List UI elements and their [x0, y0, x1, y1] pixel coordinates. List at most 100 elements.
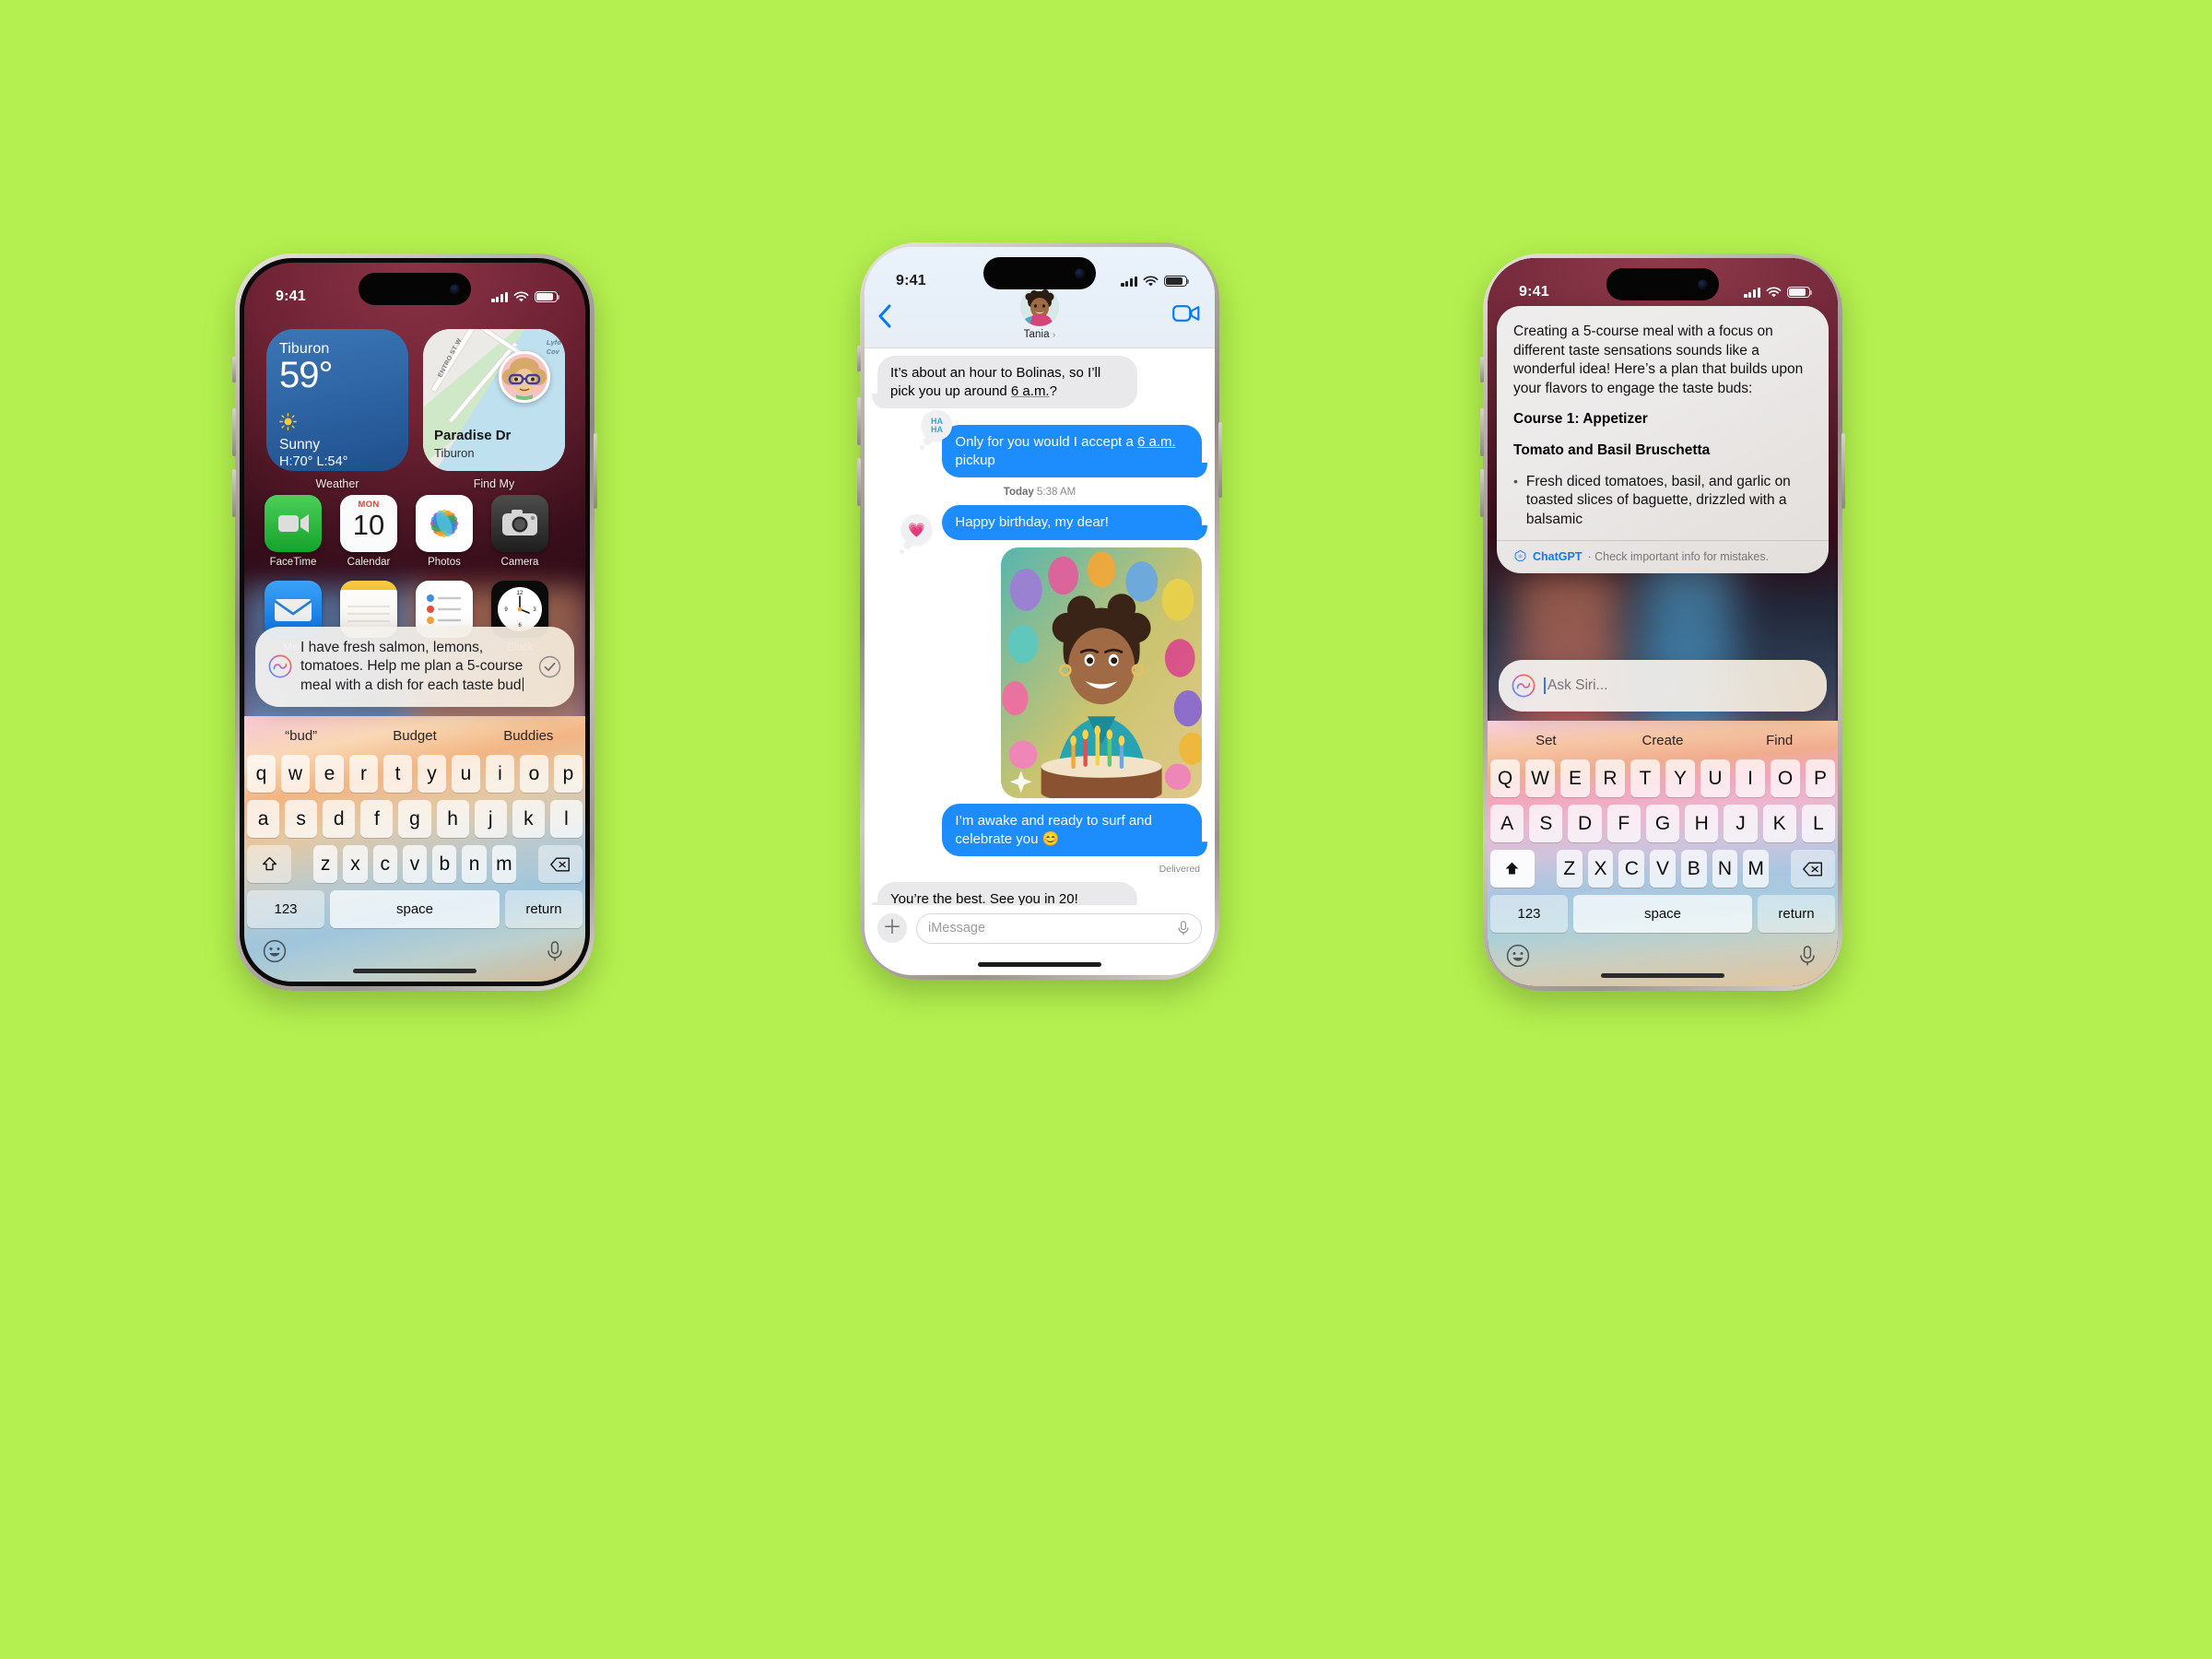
key-m[interactable]: m [491, 845, 516, 883]
key-u[interactable]: U [1700, 759, 1730, 797]
plus-icon[interactable]: ＋ [877, 913, 907, 943]
key-d[interactable]: D [1568, 805, 1602, 842]
silence-switch[interactable] [1480, 357, 1484, 382]
key-b[interactable]: B [1680, 850, 1707, 888]
key-x[interactable]: x [343, 845, 368, 883]
key-i[interactable]: I [1735, 759, 1765, 797]
backspace-icon[interactable] [1791, 850, 1836, 888]
messages-list[interactable]: It’s about an hour to Bolinas, so I’ll p… [865, 348, 1215, 905]
key-c[interactable]: C [1618, 850, 1645, 888]
key-j[interactable]: j [474, 800, 507, 838]
key-h[interactable]: H [1685, 805, 1719, 842]
app-calendar[interactable]: MON 10 Calendar [340, 495, 397, 568]
emoji-icon[interactable] [263, 939, 287, 963]
numbers-key[interactable]: 123 [247, 890, 324, 928]
microphone-icon[interactable] [1177, 920, 1190, 937]
power-button[interactable] [1841, 433, 1845, 509]
ask-siri-field[interactable]: Ask Siri... [1499, 660, 1827, 712]
imessage-input[interactable]: iMessage [916, 912, 1202, 944]
key-a[interactable]: a [247, 800, 280, 838]
checkmark-circle-icon[interactable] [538, 655, 561, 678]
message-bubble[interactable]: I’m awake and ready to surf and celebrat… [942, 804, 1202, 857]
key-w[interactable]: w [281, 755, 310, 793]
key-n[interactable]: n [462, 845, 487, 883]
silence-switch[interactable] [232, 357, 236, 382]
key-l[interactable]: l [549, 800, 582, 838]
heart-tapback[interactable]: 💗 [900, 514, 932, 554]
volume-up-button[interactable] [232, 408, 236, 456]
chatgpt-response-card[interactable]: Creating a 5-course meal with a focus on… [1497, 306, 1829, 574]
volume-down-button[interactable] [1480, 469, 1484, 517]
key-k[interactable]: k [512, 800, 545, 838]
key-x[interactable]: X [1587, 850, 1614, 888]
key-a[interactable]: A [1490, 805, 1524, 842]
key-p[interactable]: P [1806, 759, 1835, 797]
volume-up-button[interactable] [857, 397, 861, 445]
key-v[interactable]: V [1650, 850, 1676, 888]
key-w[interactable]: W [1525, 759, 1555, 797]
key-p[interactable]: p [554, 755, 582, 793]
shift-icon[interactable] [247, 845, 292, 883]
key-e[interactable]: e [315, 755, 344, 793]
key-g[interactable]: g [398, 800, 431, 838]
space-key[interactable]: space [330, 890, 500, 928]
weather-widget[interactable]: Tiburon 59° Sunny H:70° L:54° Weather [266, 329, 408, 490]
key-y[interactable]: Y [1665, 759, 1695, 797]
numbers-key[interactable]: 123 [1490, 895, 1568, 933]
emoji-icon[interactable] [1506, 944, 1530, 968]
chatgpt-brand[interactable]: ChatGPT [1533, 550, 1582, 563]
back-button[interactable] [877, 304, 892, 333]
key-m[interactable]: M [1743, 850, 1770, 888]
backspace-icon[interactable] [537, 845, 582, 883]
key-t[interactable]: t [383, 755, 412, 793]
key-r[interactable]: r [349, 755, 378, 793]
message-bubble[interactable]: You’re the best. See you in 20! [877, 882, 1137, 905]
key-c[interactable]: c [372, 845, 397, 883]
key-l[interactable]: L [1801, 805, 1835, 842]
key-o[interactable]: O [1771, 759, 1800, 797]
app-photos[interactable]: Photos [416, 495, 473, 568]
siri-text-field[interactable]: I have fresh salmon, lemons, tomatoes. H… [255, 626, 574, 707]
home-indicator[interactable] [353, 969, 477, 973]
return-key[interactable]: return [505, 890, 582, 928]
return-key[interactable]: return [1758, 895, 1835, 933]
key-f[interactable]: f [360, 800, 394, 838]
home-indicator[interactable] [1601, 973, 1724, 978]
key-q[interactable]: q [247, 755, 276, 793]
silence-switch[interactable] [857, 346, 861, 371]
volume-down-button[interactable] [857, 458, 861, 506]
suggestion-2[interactable]: Buddies [472, 728, 585, 744]
message-bubble[interactable]: Happy birthday, my dear! [942, 505, 1202, 540]
home-indicator[interactable] [978, 962, 1101, 967]
key-t[interactable]: T [1630, 759, 1660, 797]
volume-down-button[interactable] [232, 469, 236, 517]
key-y[interactable]: y [418, 755, 446, 793]
app-camera[interactable]: Camera [491, 495, 548, 568]
suggestion-0[interactable]: Set [1488, 733, 1605, 748]
key-g[interactable]: G [1645, 805, 1680, 842]
birthday-image[interactable] [1000, 547, 1202, 799]
message-bubble[interactable]: Only for you would I accept a 6 a.m. pic… [942, 425, 1202, 477]
key-z[interactable]: z [313, 845, 338, 883]
microphone-icon[interactable] [1795, 944, 1819, 968]
microphone-icon[interactable] [543, 939, 567, 963]
haha-tapback[interactable]: HA HA [920, 410, 952, 450]
key-s[interactable]: s [285, 800, 318, 838]
key-z[interactable]: Z [1556, 850, 1583, 888]
space-key[interactable]: space [1573, 895, 1752, 933]
app-facetime[interactable]: FaceTime [265, 495, 322, 568]
suggestion-0[interactable]: “bud” [244, 728, 358, 744]
key-s[interactable]: S [1529, 805, 1563, 842]
key-i[interactable]: i [486, 755, 514, 793]
key-r[interactable]: R [1595, 759, 1625, 797]
key-d[interactable]: d [323, 800, 356, 838]
suggestion-2[interactable]: Find [1721, 733, 1838, 748]
key-f[interactable]: F [1606, 805, 1641, 842]
findmy-widget[interactable]: ENTRO ST W Lyfo Cov Paradise Dr Tiburon … [423, 329, 565, 490]
key-q[interactable]: Q [1490, 759, 1520, 797]
volume-up-button[interactable] [1480, 408, 1484, 456]
key-e[interactable]: E [1560, 759, 1590, 797]
key-v[interactable]: v [402, 845, 428, 883]
key-k[interactable]: K [1762, 805, 1796, 842]
key-j[interactable]: J [1724, 805, 1758, 842]
